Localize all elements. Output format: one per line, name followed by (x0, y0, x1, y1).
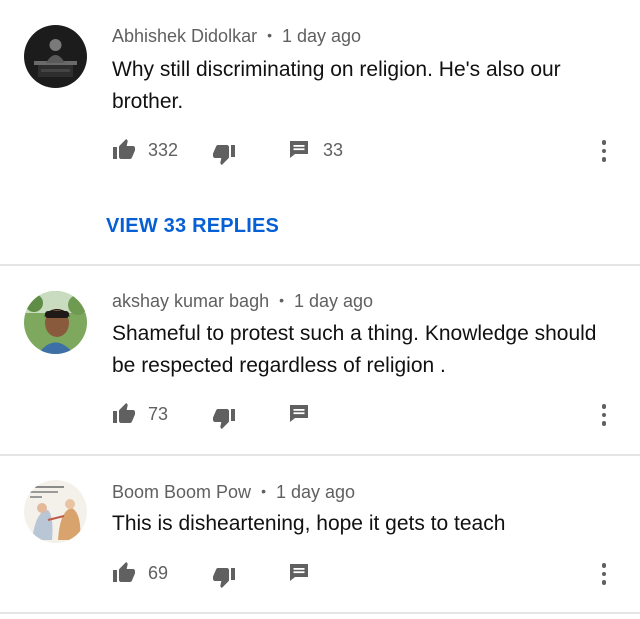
avatar[interactable] (24, 480, 87, 543)
reply-button[interactable]: 33 (287, 138, 343, 162)
author-name[interactable]: akshay kumar bagh (112, 291, 269, 311)
comment-actions: 69 (112, 561, 632, 587)
reply-button[interactable] (287, 561, 311, 585)
comment-meta: Boom Boom Pow • 1 day ago (112, 482, 355, 503)
thumbs-up-icon (112, 561, 136, 585)
view-replies-button[interactable]: VIEW 33 REPLIES (106, 215, 279, 238)
author-name[interactable]: Boom Boom Pow (112, 482, 251, 502)
comment-actions: 332 33 (112, 138, 632, 164)
comment-3: Boom Boom Pow • 1 day ago This is disheart… (0, 456, 640, 612)
avatar[interactable] (24, 25, 87, 88)
comment-icon (287, 138, 311, 162)
comment-meta: Abhishek Didolkar • 1 day ago (112, 26, 361, 47)
like-button[interactable]: 69 (112, 561, 168, 585)
like-count: 73 (148, 403, 169, 424)
divider (0, 612, 640, 614)
like-button[interactable]: 73 (112, 402, 168, 426)
more-vertical-icon[interactable] (598, 402, 610, 428)
comment-text: Why still discriminating on religion. He… (112, 58, 561, 113)
thumbs-up-icon (112, 138, 136, 162)
comment-meta: akshay kumar bagh • 1 day ago (112, 291, 373, 312)
comment-icon (287, 402, 311, 426)
thumbs-down-icon (212, 142, 236, 166)
avatar[interactable] (24, 291, 87, 354)
dislike-button[interactable] (212, 565, 236, 589)
dislike-button[interactable] (212, 142, 236, 166)
like-button[interactable]: 332 (112, 138, 178, 162)
thumbs-up-icon (112, 402, 136, 426)
comment-time: 1 day ago (281, 26, 362, 46)
like-count: 69 (148, 562, 169, 583)
comment-text: Shameful to protest such a thing. Knowle… (112, 322, 597, 377)
more-vertical-icon[interactable] (598, 138, 610, 164)
comment-time: 1 day ago (275, 482, 356, 502)
comment-icon (287, 561, 311, 585)
comment-time: 1 day ago (294, 291, 374, 311)
author-name[interactable]: Abhishek Didolkar (112, 26, 257, 46)
dislike-button[interactable] (212, 406, 236, 430)
reply-button[interactable] (287, 402, 311, 426)
thumbs-down-icon (212, 565, 236, 589)
meta-separator: • (279, 292, 284, 308)
thumbs-down-icon (212, 406, 236, 430)
meta-separator: • (267, 27, 272, 43)
meta-separator: • (261, 483, 266, 499)
more-vertical-icon[interactable] (598, 561, 610, 587)
like-count: 332 (148, 139, 179, 160)
comment-text: This is disheartening, hope it gets to t… (112, 512, 506, 535)
comment-2: akshay kumar bagh • 1 day ago Shameful to … (0, 266, 640, 454)
comment-1: Abhishek Didolkar • 1 day ago Why still di… (0, 0, 640, 264)
comment-actions: 73 (112, 402, 632, 428)
reply-count: 33 (323, 139, 344, 160)
